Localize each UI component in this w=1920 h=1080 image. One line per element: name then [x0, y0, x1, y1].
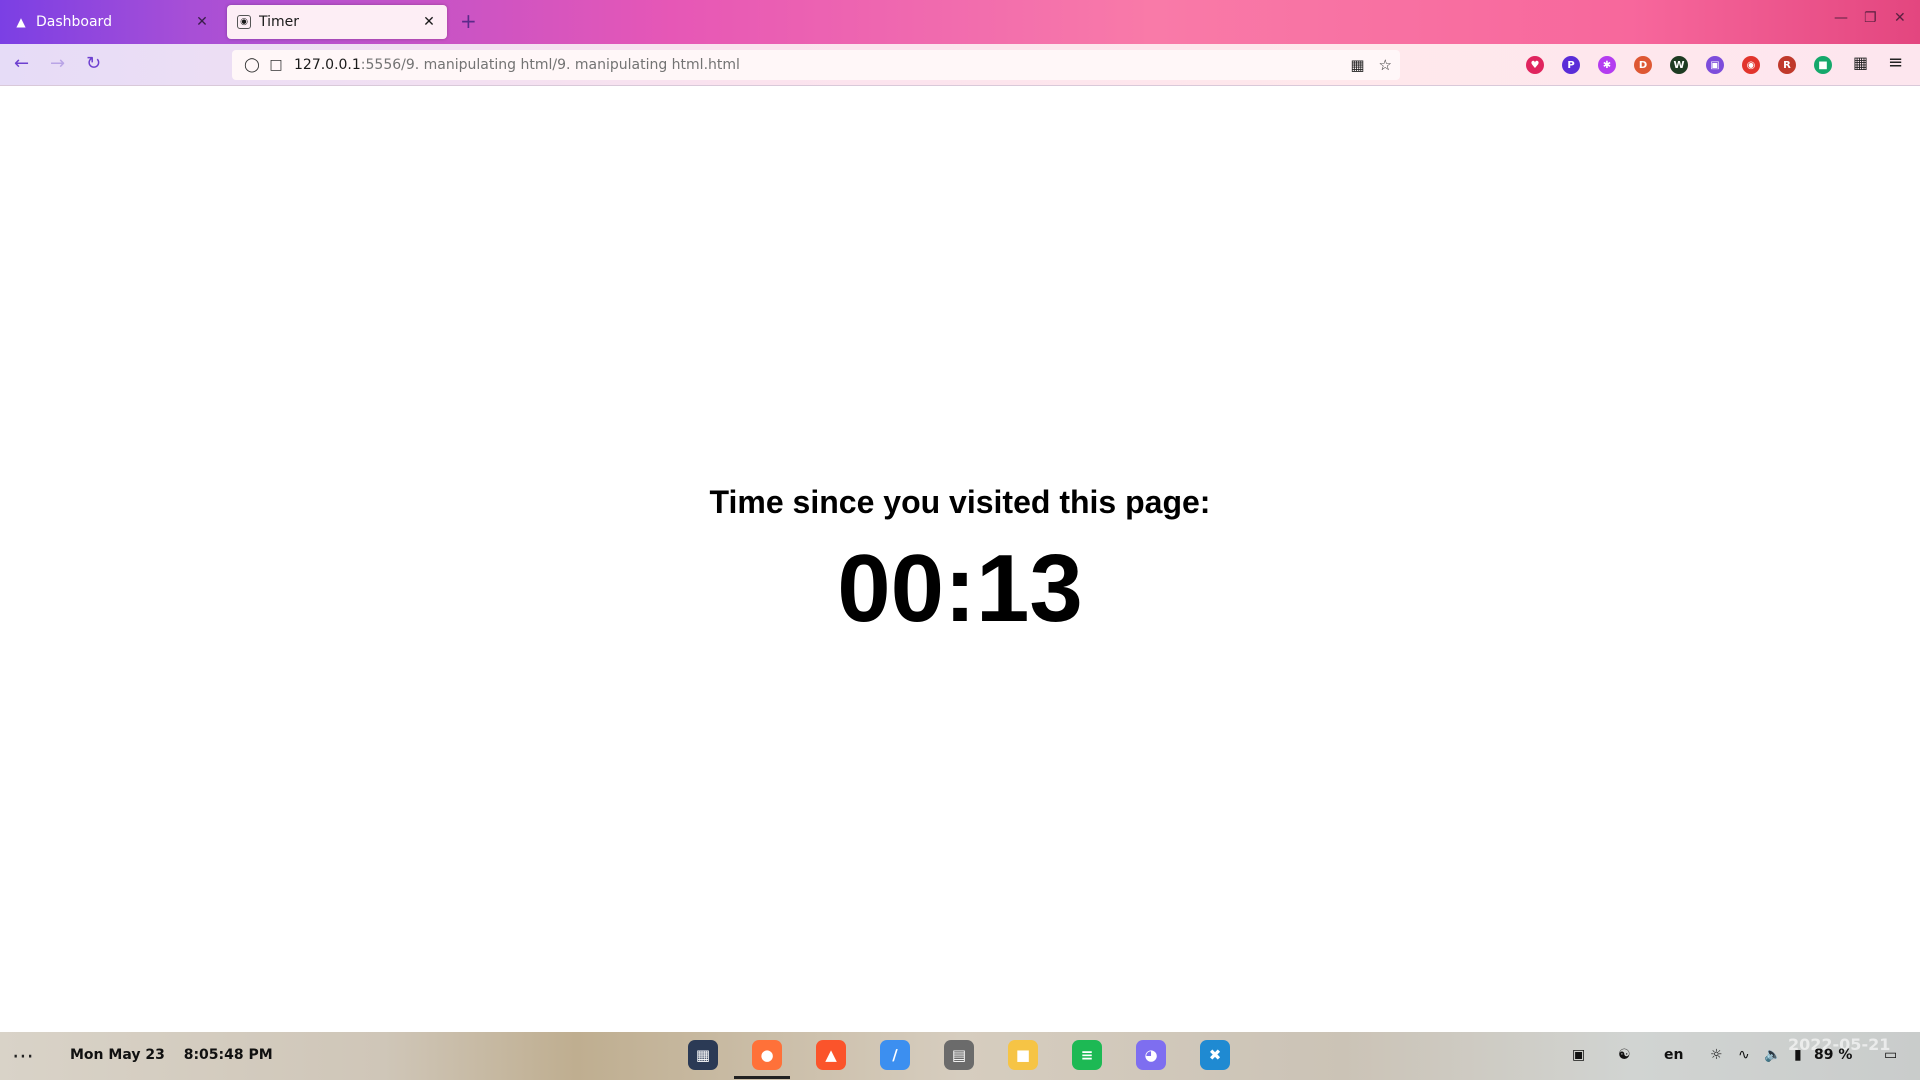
- back-button[interactable]: ←: [14, 53, 29, 74]
- keyboard-layout[interactable]: en: [1664, 1047, 1683, 1063]
- extension-p-icon[interactable]: P: [1562, 56, 1580, 74]
- app-menu-icon[interactable]: ≡: [1888, 52, 1903, 73]
- tab-timer[interactable]: ◉ Timer ✕: [227, 5, 447, 39]
- close-tab-icon[interactable]: ✕: [421, 14, 437, 30]
- files-icon[interactable]: ■: [1008, 1040, 1038, 1070]
- clock[interactable]: Mon May 23 8:05:48 PM: [70, 1047, 287, 1063]
- taskbar: 2022-05-21 ⋯ Mon May 23 8:05:48 PM ▦ ● ▲ ∕ ▤…: [0, 1032, 1920, 1080]
- page-heading: Time since you visited this page:: [709, 484, 1211, 520]
- green-extension-icon[interactable]: ■: [1814, 56, 1832, 74]
- dashboard-favicon-icon: ▲: [16, 15, 26, 29]
- page-content: Time since you visited this page: 00:13: [0, 86, 1920, 1032]
- tab-bar: ▲ Dashboard ✕ ◉ Timer ✕ + — ❐ ✕: [0, 0, 1920, 44]
- screen-cast-icon[interactable]: ▣: [1572, 1047, 1585, 1063]
- app-grid-dock-icon[interactable]: ▦: [688, 1040, 718, 1070]
- close-window-icon[interactable]: ✕: [1894, 10, 1906, 26]
- forward-button[interactable]: →: [50, 53, 65, 74]
- active-app-indicator: [734, 1076, 790, 1079]
- tab-label: Dashboard: [36, 14, 112, 30]
- tab-dashboard[interactable]: ▲ Dashboard ✕: [4, 5, 220, 39]
- minimize-window-icon[interactable]: —: [1834, 10, 1848, 26]
- url-host: 127.0.0.1: [294, 57, 361, 73]
- brave-icon[interactable]: ▲: [816, 1040, 846, 1070]
- text-editor-icon[interactable]: ▤: [944, 1040, 974, 1070]
- timer-favicon-icon: ◉: [237, 15, 251, 29]
- battery-icon[interactable]: ▮: [1794, 1047, 1802, 1063]
- vscode-icon[interactable]: ✖: [1200, 1040, 1230, 1070]
- restore-window-icon[interactable]: ❐: [1864, 10, 1877, 26]
- app-launcher-icon[interactable]: ⋯: [12, 1044, 34, 1069]
- duckduckgo-icon[interactable]: D: [1634, 56, 1652, 74]
- navigation-toolbar: ← → ↻ ◯ □ 127.0.0.1 :5556/9. manipulatin…: [0, 44, 1920, 86]
- new-tab-button[interactable]: +: [460, 9, 477, 33]
- date-label: Mon May 23: [70, 1047, 165, 1063]
- battery-percentage: 89 %: [1814, 1047, 1853, 1063]
- qr-code-icon[interactable]: ▦: [1350, 56, 1364, 74]
- url-path: :5556/9. manipulating html/9. manipulati…: [360, 57, 740, 73]
- shield-extension-icon[interactable]: W: [1670, 56, 1688, 74]
- accessibility-icon[interactable]: ☯: [1618, 1047, 1631, 1063]
- spotify-icon[interactable]: ≡: [1072, 1040, 1102, 1070]
- tab-label: Timer: [259, 14, 300, 30]
- reader-extension-icon[interactable]: R: [1778, 56, 1796, 74]
- wifi-icon[interactable]: ∿: [1738, 1047, 1750, 1063]
- time-label: 8:05:48 PM: [183, 1047, 273, 1063]
- bookmark-star-icon[interactable]: ☆: [1379, 56, 1392, 74]
- tracking-protection-icon[interactable]: ◯: [240, 57, 264, 73]
- pocket-icon[interactable]: ♥: [1526, 56, 1544, 74]
- web-browser-icon[interactable]: ∕: [880, 1040, 910, 1070]
- cube-extension-icon[interactable]: ▣: [1706, 56, 1724, 74]
- brightness-icon[interactable]: ☼: [1710, 1047, 1723, 1063]
- elapsed-timer: 00:13: [837, 535, 1083, 642]
- address-bar[interactable]: ◯ □ 127.0.0.1 :5556/9. manipulating html…: [232, 50, 1400, 80]
- screenshot-extension-icon[interactable]: ◉: [1742, 56, 1760, 74]
- close-tab-icon[interactable]: ✕: [194, 14, 210, 30]
- page-info-icon[interactable]: □: [264, 57, 288, 73]
- notifications-icon[interactable]: ▭: [1884, 1047, 1897, 1063]
- extensions-menu-icon[interactable]: ▦: [1853, 53, 1868, 72]
- volume-icon[interactable]: 🔈: [1764, 1047, 1781, 1063]
- extension-asterisk-icon[interactable]: ✱: [1598, 56, 1616, 74]
- discord-icon[interactable]: ◕: [1136, 1040, 1166, 1070]
- firefox-icon[interactable]: ●: [752, 1040, 782, 1070]
- reload-button[interactable]: ↻: [86, 53, 101, 74]
